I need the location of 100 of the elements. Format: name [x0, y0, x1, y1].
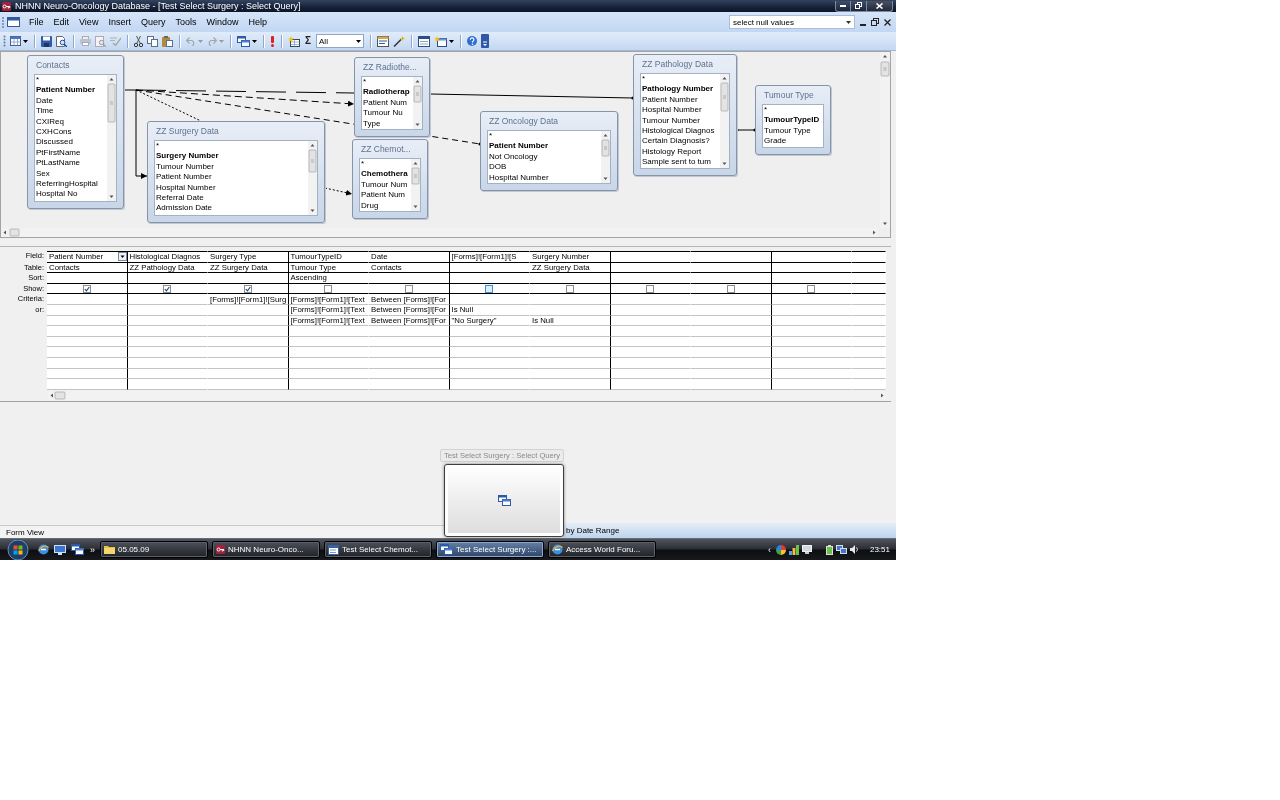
field-item[interactable]: Not Oncology	[489, 151, 601, 163]
field-item[interactable]: *	[489, 131, 601, 142]
save-icon[interactable]	[41, 35, 52, 47]
field-item[interactable]: Hospital No	[36, 189, 107, 200]
grid-cell[interactable]	[691, 273, 772, 284]
stacked-windows-icon[interactable]	[71, 544, 84, 555]
grid-cell[interactable]	[691, 368, 772, 380]
field-item[interactable]: PtFirstName	[36, 147, 107, 159]
taskbar-button[interactable]: NHNN Neuro-Onco...	[212, 541, 320, 558]
grid-cell[interactable]	[530, 304, 611, 316]
two-screens-icon[interactable]	[835, 544, 847, 555]
field-cell[interactable]	[610, 251, 691, 263]
taskbar-button[interactable]: Test Select Chemot...	[324, 541, 432, 558]
taskbar-button[interactable]: Access World Foru...	[548, 541, 656, 558]
field-cell[interactable]	[771, 251, 852, 263]
overflow-button[interactable]: »	[88, 542, 97, 557]
undo-icon[interactable]	[186, 36, 196, 46]
field-item[interactable]: Histological Diagnos	[642, 125, 720, 137]
vertical-scrollbar[interactable]	[720, 74, 729, 168]
speaker-icon[interactable]	[849, 545, 859, 554]
field-item[interactable]: Referral Date	[156, 192, 308, 204]
horizontal-scrollbar[interactable]	[48, 390, 886, 400]
window-preview[interactable]	[444, 464, 564, 537]
field-item[interactable]: Hospital Number	[642, 105, 720, 116]
redo-icon[interactable]	[207, 36, 217, 46]
checkbox[interactable]	[163, 284, 172, 293]
taskbar-button[interactable]: Test Select Surgery :...	[436, 541, 544, 558]
checkbox[interactable]	[404, 284, 413, 293]
vertical-scrollbar[interactable]	[308, 141, 317, 215]
grid-cell[interactable]	[47, 357, 128, 369]
field-item[interactable]: TumourTypeID	[764, 115, 823, 126]
grid-cell[interactable]	[530, 368, 611, 380]
grid-cell[interactable]	[369, 368, 450, 380]
grid-cell[interactable]	[691, 326, 772, 337]
caret-icon[interactable]	[23, 39, 28, 43]
checkbox[interactable]	[485, 284, 494, 293]
page-magnifier-icon[interactable]	[95, 35, 106, 47]
field-item[interactable]: Histology Report	[642, 146, 720, 158]
grid-cell[interactable]	[47, 294, 128, 305]
restore-icon[interactable]	[871, 18, 879, 26]
grid-cell[interactable]	[691, 315, 772, 327]
horizontal-scrollbar[interactable]	[1, 228, 878, 237]
grid-cell[interactable]	[208, 315, 289, 327]
field-item[interactable]: Admission Date	[156, 203, 308, 214]
field-item[interactable]: *	[156, 141, 308, 152]
globe-icon[interactable]	[38, 544, 49, 555]
stacked-windows-icon[interactable]	[440, 544, 453, 555]
battery-icon[interactable]	[825, 544, 833, 555]
field-item[interactable]: Pathology Number	[642, 84, 720, 95]
field-item[interactable]: Tumour Number	[156, 161, 308, 173]
field-item[interactable]: *	[764, 105, 823, 116]
field-item[interactable]: *	[642, 74, 720, 85]
grid-cell[interactable]	[208, 357, 289, 369]
grid-cell[interactable]	[47, 379, 128, 390]
menu-item[interactable]: Window	[201, 14, 244, 30]
checkbox[interactable]	[807, 284, 816, 293]
grid-cell[interactable]	[47, 326, 128, 337]
grid-cell[interactable]	[47, 273, 128, 284]
checkbox[interactable]	[726, 284, 735, 293]
field-item[interactable]: *	[363, 77, 413, 88]
field-item[interactable]: DOB	[489, 162, 601, 173]
grid-cell[interactable]	[208, 273, 289, 284]
table-grid-icon[interactable]	[10, 36, 21, 46]
monitor-icon[interactable]	[801, 545, 812, 554]
field-item[interactable]: *	[361, 159, 411, 170]
field-item[interactable]: Discussed	[36, 137, 107, 148]
grid-cell[interactable]	[691, 294, 772, 305]
field-item[interactable]: Patient Number	[489, 141, 601, 152]
grid-cell[interactable]	[47, 315, 128, 327]
field-item[interactable]: Hospital Number	[156, 182, 308, 193]
field-item[interactable]: Patient Number	[642, 94, 720, 106]
field-item[interactable]: Patient Num	[361, 190, 411, 201]
top-values-field[interactable]: All	[316, 34, 364, 48]
close-button[interactable]	[866, 0, 893, 12]
scissors-icon[interactable]	[134, 35, 143, 47]
field-item[interactable]: CXIReq	[36, 116, 107, 127]
grid-cell[interactable]	[47, 304, 128, 316]
grid-cell[interactable]	[691, 336, 772, 348]
field-item[interactable]: Chemothera	[361, 169, 411, 180]
field-item[interactable]: Tumour Nu	[363, 108, 413, 119]
grid-cell[interactable]	[208, 336, 289, 348]
grid-cell[interactable]	[530, 379, 611, 390]
grid-cell[interactable]	[852, 251, 886, 263]
field-item[interactable]: ReferringHospital	[36, 178, 107, 190]
grid-cell[interactable]	[691, 262, 772, 274]
stacked-windows-icon[interactable]	[497, 495, 511, 506]
grid-cell[interactable]	[47, 368, 128, 380]
field-item[interactable]: Patient Num	[363, 97, 413, 109]
menu-item[interactable]: Help	[243, 14, 272, 30]
caret-icon[interactable]	[252, 39, 257, 43]
check-lines-icon[interactable]	[110, 36, 121, 46]
overflow-caret-icon[interactable]	[481, 34, 489, 48]
grid-cell[interactable]	[530, 273, 611, 284]
window-grip-icon[interactable]	[2, 16, 20, 28]
file-search-icon[interactable]	[56, 35, 67, 47]
clipboard-icon[interactable]	[162, 35, 173, 47]
field-item[interactable]: Drug	[361, 200, 411, 211]
checkbox[interactable]	[324, 284, 333, 293]
totals-button[interactable]: Σ	[304, 34, 312, 48]
card-lines-icon[interactable]	[377, 35, 389, 47]
